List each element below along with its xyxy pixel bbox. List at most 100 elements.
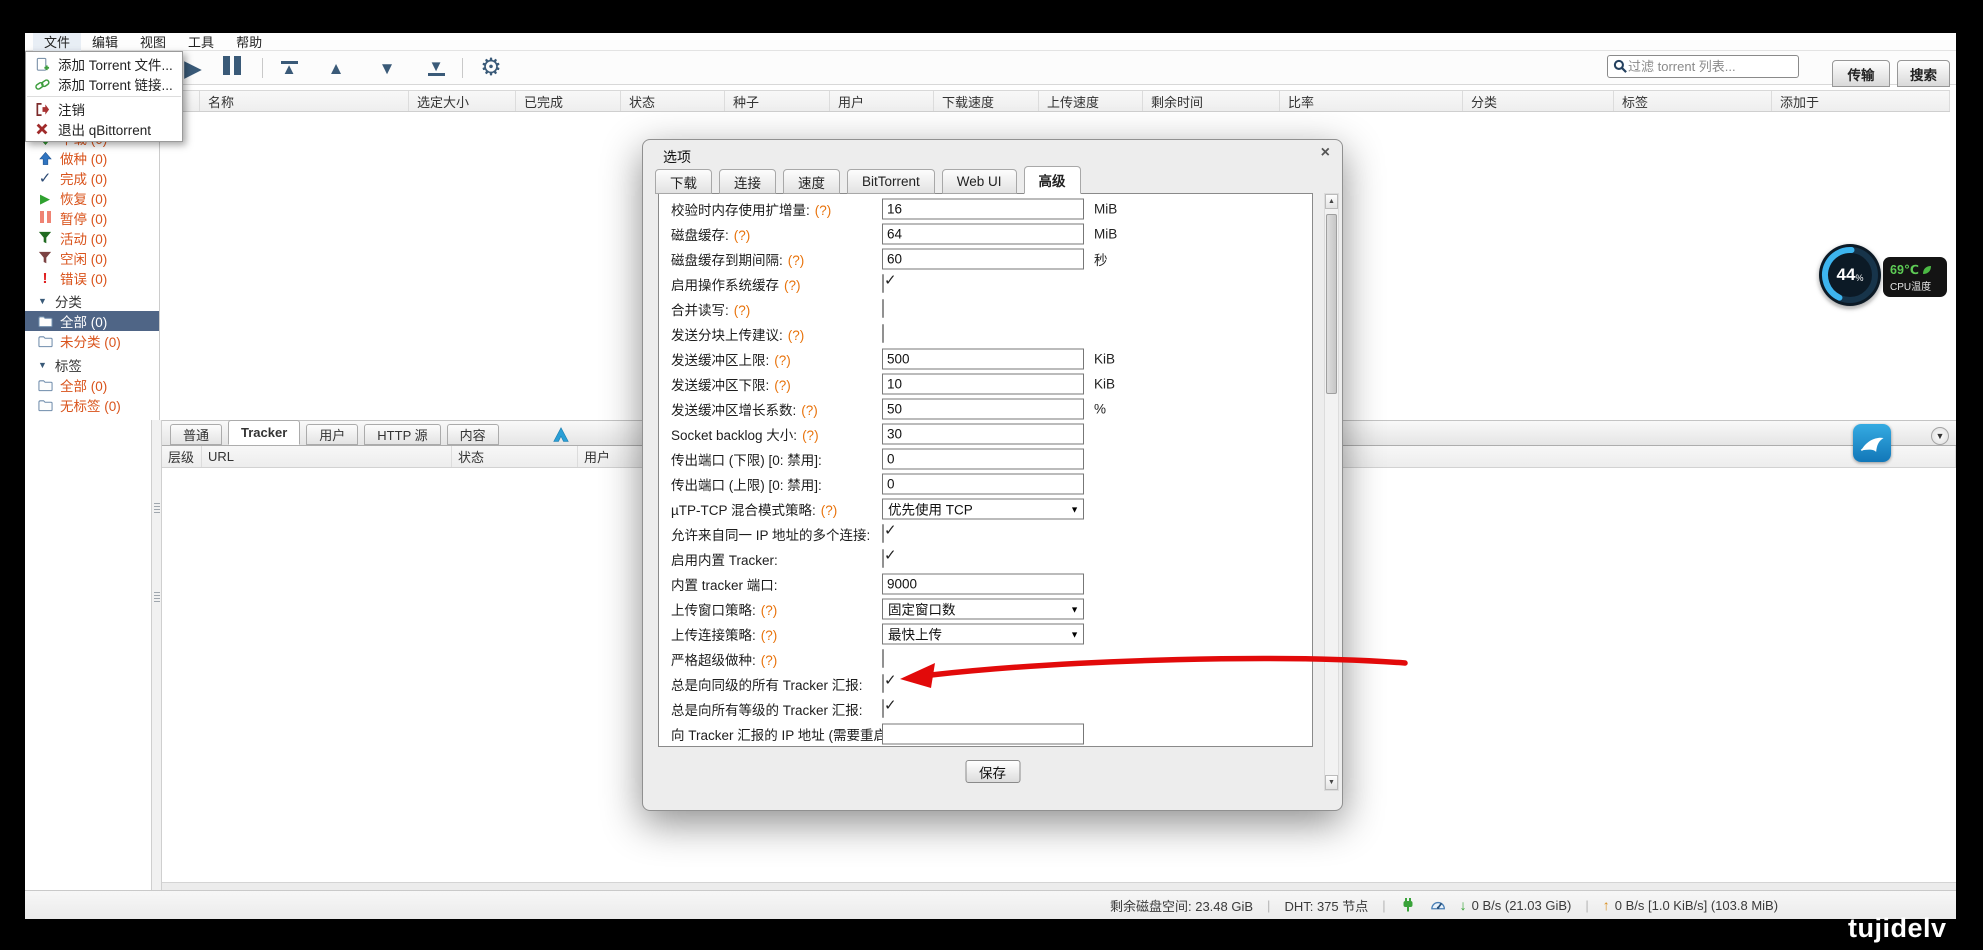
column-header[interactable]: 分类 [1463,91,1614,111]
options-tab-bittorrent[interactable]: BitTorrent [847,169,935,194]
option-checkbox[interactable] [882,649,884,668]
help-link[interactable]: (?) [821,503,838,518]
sidebar-category-item[interactable]: 未分类 (0) [25,331,159,351]
option-input[interactable] [882,723,1084,744]
scroll-up-icon[interactable]: ▲ [1325,194,1338,209]
menu-item-add[interactable]: 添加 Torrent 文件... [26,54,182,74]
column-header[interactable]: 标签 [1614,91,1772,111]
scrollbar-thumb[interactable] [1326,214,1337,394]
torrent-table-header[interactable]: 名称选定大小已完成状态种子用户下载速度上传速度剩余时间比率分类标签添加于 [160,90,1950,112]
help-link[interactable]: (?) [761,653,778,668]
option-input[interactable] [882,573,1084,594]
thunder-bird-icon[interactable] [1853,424,1891,462]
help-link[interactable]: (?) [784,278,801,293]
props-tab-普通[interactable]: 普通 [170,424,222,445]
help-link[interactable]: (?) [761,603,778,618]
options-tab-连接[interactable]: 连接 [719,169,776,194]
sidebar-filter-item[interactable]: !错误 (0) [25,268,159,288]
option-checkbox[interactable] [882,524,884,543]
tab-search[interactable]: 搜索 [1897,60,1950,87]
menu-item-logout[interactable]: 注销 [26,99,182,119]
sidebar-filter-item[interactable]: ✓完成 (0) [25,168,159,188]
help-link[interactable]: (?) [815,203,832,218]
horizontal-scrollbar[interactable] [162,882,1956,890]
move-up-icon[interactable]: ▲ [322,54,350,82]
column-header[interactable]: 选定大小 [409,91,516,111]
help-link[interactable]: (?) [761,628,778,643]
tab-transfers[interactable]: 传输 [1832,60,1890,87]
sidebar-filter-item[interactable]: 做种 (0) [25,148,159,168]
column-header[interactable]: 种子 [725,91,830,111]
sidebar-filter-item[interactable]: 空闲 (0) [25,248,159,268]
move-down-icon[interactable]: ▼ [373,54,401,82]
option-checkbox[interactable] [882,699,884,718]
sidebar-tag-item[interactable]: 无标签 (0) [25,395,159,415]
option-input[interactable] [882,348,1084,369]
sidebar-filter-item[interactable]: ▶恢复 (0) [25,188,159,208]
column-header[interactable]: 剩余时间 [1143,91,1280,111]
help-link[interactable]: (?) [774,378,791,393]
option-input[interactable] [882,198,1084,219]
resume-icon[interactable]: ▶ [179,54,207,82]
option-input[interactable] [882,373,1084,394]
option-select[interactable]: 优先使用 TCP▼ [882,498,1084,519]
option-input[interactable] [882,423,1084,444]
help-link[interactable]: (?) [788,328,805,343]
option-input[interactable] [882,248,1084,269]
sidebar-filter-item[interactable]: 暂停 (0) [25,208,159,228]
move-top-icon[interactable]: ▲ [275,54,303,82]
tracker-column-header[interactable]: URL [202,446,452,467]
menu-item-exit[interactable]: 退出 qBittorrent [26,119,182,139]
options-tab-下载[interactable]: 下载 [655,169,712,194]
help-link[interactable]: (?) [734,303,751,318]
panel-collapse-icon[interactable]: ▼ [1931,427,1949,445]
help-link[interactable]: (?) [734,228,751,243]
options-gear-icon[interactable]: ⚙ [477,54,505,82]
options-tab-高级[interactable]: 高级 [1024,166,1081,194]
option-checkbox[interactable] [882,299,884,318]
column-header[interactable]: 已完成 [516,91,621,111]
column-header[interactable]: 添加于 [1772,91,1950,111]
sidebar-filter-item[interactable]: 活动 (0) [25,228,159,248]
help-link[interactable]: (?) [802,428,819,443]
option-checkbox[interactable] [882,674,884,693]
props-tab-http源[interactable]: HTTP 源 [364,424,440,445]
help-link[interactable]: (?) [788,253,805,268]
option-input[interactable] [882,223,1084,244]
save-button[interactable]: 保存 [965,760,1020,783]
scroll-down-icon[interactable]: ▼ [1325,775,1338,790]
options-tab-速度[interactable]: 速度 [783,169,840,194]
pause-icon[interactable] [218,54,246,82]
tracker-column-header[interactable]: 状态 [452,446,578,467]
column-header[interactable]: 状态 [621,91,725,111]
options-tab-webui[interactable]: Web UI [942,169,1017,194]
props-tab-用户[interactable]: 用户 [306,424,358,445]
column-header[interactable]: 比率 [1280,91,1463,111]
option-input[interactable] [882,398,1084,419]
search-input[interactable] [1628,59,1804,74]
move-bottom-icon[interactable]: ▼ [422,54,450,82]
option-checkbox[interactable] [882,274,884,293]
connection-status-icon[interactable] [1400,897,1416,913]
help-link[interactable]: (?) [801,403,818,418]
help-link[interactable]: (?) [774,353,791,368]
sidebar-tag-item[interactable]: 全部 (0) [25,375,159,395]
option-checkbox[interactable] [882,324,884,343]
column-header[interactable]: 上传速度 [1039,91,1143,111]
menu-item[interactable]: 帮助 [225,33,273,51]
alt-speed-limits-icon[interactable] [1430,897,1446,913]
menu-item[interactable]: 工具 [177,33,225,51]
menu-file[interactable]: 文件 [33,33,81,51]
column-header[interactable]: 名称 [200,91,409,111]
props-tab-tracker[interactable]: Tracker [228,420,300,445]
menu-item[interactable]: 编辑 [81,33,129,51]
panel-splitter[interactable] [151,420,162,890]
categories-header[interactable]: ▼分类 [25,291,159,311]
tags-header[interactable]: ▼标签 [25,355,159,375]
column-header[interactable]: 用户 [830,91,934,111]
torrent-filter-searchbox[interactable] [1607,55,1799,78]
sidebar-category-item[interactable]: 全部 (0) [25,311,159,331]
dialog-close-icon[interactable]: × [1321,144,1330,162]
option-input[interactable] [882,448,1084,469]
props-tab-内容[interactable]: 内容 [447,424,499,445]
